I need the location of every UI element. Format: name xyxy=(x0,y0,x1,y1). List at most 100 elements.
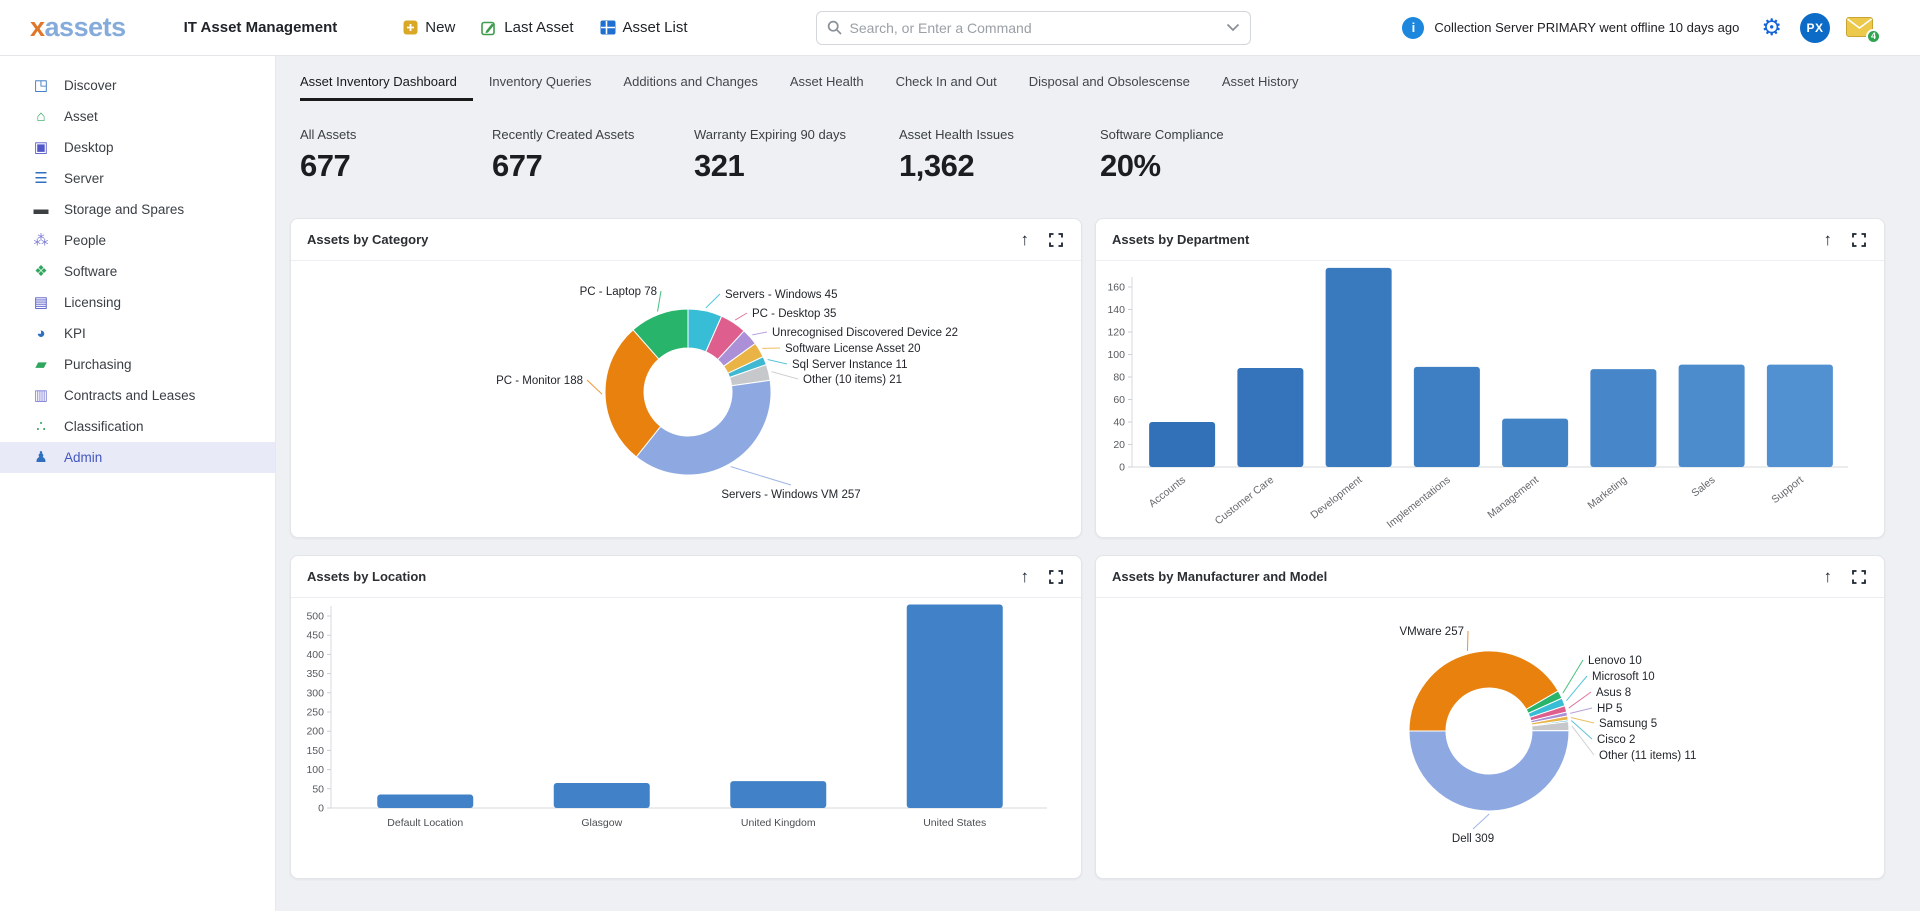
bar[interactable] xyxy=(554,783,650,808)
sidebar-item-licensing[interactable]: ▤Licensing xyxy=(0,287,275,318)
assets-by-department-chart: 020406080100120140160AccountsCustomer Ca… xyxy=(1096,261,1884,538)
person-icon: ♟ xyxy=(30,450,52,465)
export-up-arrow-icon[interactable]: ↑ xyxy=(1021,231,1030,248)
expand-icon[interactable] xyxy=(1852,570,1866,584)
sidebar-item-label: People xyxy=(64,233,106,248)
sidebar-item-software[interactable]: ❖Software xyxy=(0,256,275,287)
devices-icon: ◳ xyxy=(30,78,52,93)
sidebar-item-admin[interactable]: ♟Admin xyxy=(0,442,275,473)
kpi-stats-row: All Assets677Recently Created Assets677W… xyxy=(300,127,1920,184)
expand-icon[interactable] xyxy=(1852,233,1866,247)
y-tick-label: 400 xyxy=(306,649,324,661)
bar[interactable] xyxy=(1502,419,1568,467)
bar[interactable] xyxy=(1326,268,1392,467)
credit-card-icon: ▰ xyxy=(30,357,52,372)
y-tick-label: 60 xyxy=(1113,394,1125,406)
stat-value: 1,362 xyxy=(899,148,1100,184)
bar[interactable] xyxy=(730,781,826,808)
expand-icon[interactable] xyxy=(1049,570,1063,584)
tab-disposal-and-obsolescense[interactable]: Disposal and Obsolescense xyxy=(1013,66,1206,101)
sidebar-item-kpi[interactable]: ◕KPI xyxy=(0,318,275,349)
search-input[interactable] xyxy=(850,20,1226,36)
x-category-label: Management xyxy=(1485,474,1541,521)
sidebar-item-desktop[interactable]: ▣ Desktop xyxy=(0,132,275,163)
bar-svg: 050100150200250300350400450500Default Lo… xyxy=(291,598,1081,879)
export-up-arrow-icon[interactable]: ↑ xyxy=(1824,568,1833,585)
gear-icon[interactable]: ⚙ xyxy=(1761,16,1782,39)
bar[interactable] xyxy=(377,795,473,808)
monitor-icon: ▣ xyxy=(30,140,52,155)
stat-label: Software Compliance xyxy=(1100,127,1224,142)
info-icon[interactable]: i xyxy=(1402,17,1424,39)
label-leader-line xyxy=(1571,718,1594,723)
tab-asset-history[interactable]: Asset History xyxy=(1206,66,1315,101)
bar[interactable] xyxy=(907,604,1003,808)
status-message: Collection Server PRIMARY went offline 1… xyxy=(1434,20,1739,35)
sidebar-item-asset[interactable]: ⌂Asset xyxy=(0,101,275,132)
stat-label: All Assets xyxy=(300,127,492,142)
search-box[interactable] xyxy=(816,11,1251,45)
slice-label: Sql Server Instance 11 xyxy=(792,359,908,371)
main-content: Asset Inventory DashboardInventory Queri… xyxy=(276,56,1920,911)
expand-icon[interactable] xyxy=(1049,233,1063,247)
label-leader-line xyxy=(731,467,791,485)
label-leader-line xyxy=(772,372,798,379)
people-icon: ⁂ xyxy=(30,233,52,248)
sidebar-item-label: Purchasing xyxy=(64,357,132,372)
bar[interactable] xyxy=(1414,367,1480,467)
label-leader-line xyxy=(587,380,602,394)
bar[interactable] xyxy=(1679,365,1745,467)
label-leader-line xyxy=(752,332,767,335)
stat-all-assets: All Assets677 xyxy=(300,127,492,184)
y-tick-label: 100 xyxy=(306,764,324,776)
y-tick-label: 80 xyxy=(1113,372,1125,384)
sidebar-item-label: Software xyxy=(64,264,117,279)
last-asset-button[interactable]: Last Asset xyxy=(481,19,573,36)
server-icon: ☰ xyxy=(30,171,52,186)
export-up-arrow-icon[interactable]: ↑ xyxy=(1021,568,1030,585)
donut-svg: VMware 257Lenovo 10Microsoft 10Asus 8HP … xyxy=(1096,598,1885,879)
avatar[interactable]: PX xyxy=(1800,13,1830,43)
chevron-down-icon[interactable] xyxy=(1226,23,1240,32)
bar[interactable] xyxy=(1590,369,1656,467)
sidebar-item-purchasing[interactable]: ▰ Purchasing xyxy=(0,349,275,380)
x-category-label: Default Location xyxy=(387,817,463,829)
sidebar-item-classification[interactable]: ∴Classification xyxy=(0,411,275,442)
assets-by-location-chart: 050100150200250300350400450500Default Lo… xyxy=(291,598,1081,879)
y-tick-label: 50 xyxy=(312,783,324,795)
bar[interactable] xyxy=(1767,365,1833,467)
tab-asset-health[interactable]: Asset Health xyxy=(774,66,880,101)
sidebar-item-people[interactable]: ⁂ People xyxy=(0,225,275,256)
donut-slice[interactable] xyxy=(1409,731,1569,811)
x-category-label: United States xyxy=(923,817,986,829)
tab-additions-and-changes[interactable]: Additions and Changes xyxy=(607,66,773,101)
slice-label: Cisco 2 xyxy=(1597,734,1635,746)
sidebar-item-contracts-and-leases[interactable]: ▥Contracts and Leases xyxy=(0,380,275,411)
top-bar: xassets IT Asset Management New Last Ass… xyxy=(0,0,1920,56)
export-up-arrow-icon[interactable]: ↑ xyxy=(1824,231,1833,248)
assets-by-category-chart: Servers - Windows 45PC - Desktop 35Unrec… xyxy=(291,261,1081,538)
asset-home-icon: ⌂ xyxy=(30,109,52,124)
slice-label: Lenovo 10 xyxy=(1588,655,1642,667)
bar[interactable] xyxy=(1237,368,1303,467)
x-category-label: Development xyxy=(1308,474,1364,522)
tab-inventory-queries[interactable]: Inventory Queries xyxy=(473,66,608,101)
stat-label: Asset Health Issues xyxy=(899,127,1100,142)
tab-asset-inventory-dashboard[interactable]: Asset Inventory Dashboard xyxy=(300,66,473,101)
sidebar-item-storage-and-spares[interactable]: ▬Storage and Spares xyxy=(0,194,275,225)
slice-label: Samsung 5 xyxy=(1599,718,1657,730)
bar[interactable] xyxy=(1149,422,1215,467)
app-title: IT Asset Management xyxy=(184,19,338,36)
sidebar-item-server[interactable]: ☰Server xyxy=(0,163,275,194)
contract-book-icon: ▥ xyxy=(30,388,52,403)
xassets-logo[interactable]: xassets xyxy=(30,12,126,43)
sidebar-item-discover[interactable]: ◳Discover xyxy=(0,70,275,101)
sidebar-item-label: Desktop xyxy=(64,140,114,155)
tab-check-in-and-out[interactable]: Check In and Out xyxy=(880,66,1013,101)
asset-list-button[interactable]: Asset List xyxy=(600,19,688,36)
stat-recently-created-assets: Recently Created Assets677 xyxy=(492,127,694,184)
slice-label: Other (11 items) 11 xyxy=(1599,750,1696,762)
y-tick-label: 20 xyxy=(1113,439,1125,451)
mail-button[interactable]: 4 xyxy=(1846,17,1874,39)
new-button[interactable]: New xyxy=(403,19,455,36)
